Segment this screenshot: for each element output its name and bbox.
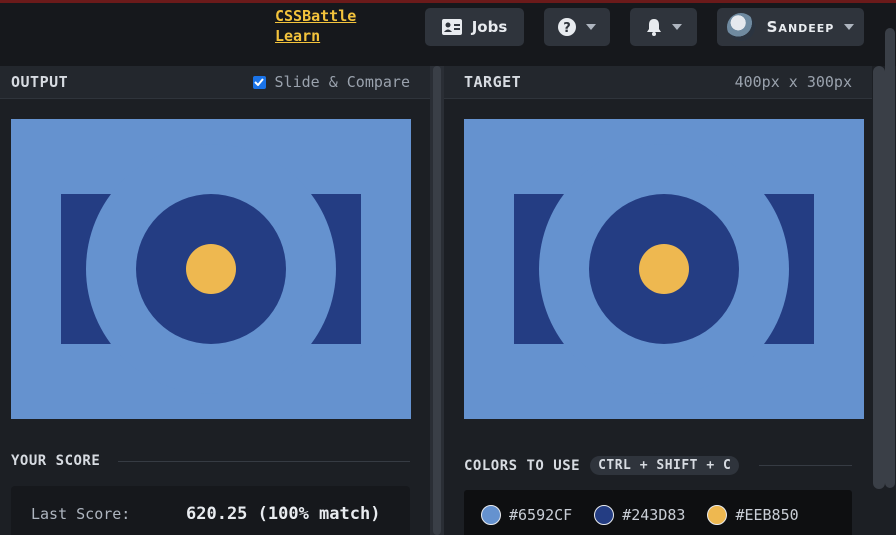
slide-compare-label: Slide & Compare (274, 73, 410, 91)
color-swatch-item[interactable]: #EEB850 (707, 505, 799, 525)
output-panel: OUTPUT Slide & Compare YOUR SCORE Last S… (0, 66, 430, 535)
chevron-down-icon (844, 24, 855, 30)
output-title: OUTPUT (11, 73, 69, 91)
score-title: YOUR SCORE (11, 453, 101, 469)
colors-section-header: COLORS TO USE CTRL + SHIFT + C (464, 456, 852, 475)
target-panel-header: TARGET 400px x 300px (444, 66, 872, 99)
color-swatch (594, 505, 615, 525)
colors-divider (759, 465, 852, 466)
jobs-button[interactable]: Jobs (425, 8, 524, 46)
user-menu-button[interactable]: Sandeep (717, 8, 864, 46)
chevron-down-icon (671, 24, 682, 30)
help-menu-button[interactable]: ? (544, 8, 610, 46)
target-dimensions: 400px x 300px (734, 73, 852, 91)
notifications-button[interactable] (630, 8, 697, 46)
colors-shortcut-badge: CTRL + SHIFT + C (590, 456, 740, 475)
last-score-label: Last Score: (31, 505, 131, 523)
avatar (726, 13, 755, 41)
yellow-dot (186, 244, 236, 294)
color-swatch (707, 505, 728, 525)
colors-title: COLORS TO USE (464, 457, 581, 474)
panel-scrollbar-thumb[interactable] (873, 66, 885, 489)
color-hex: #6592CF (509, 506, 573, 524)
nav-link-learn[interactable]: Learn (275, 26, 356, 46)
color-hex: #EEB850 (735, 506, 799, 524)
output-canvas[interactable] (11, 119, 411, 419)
score-box: Last Score: 620.25 (100% match) (11, 486, 410, 535)
jobs-label: Jobs (471, 18, 508, 36)
score-section-header: YOUR SCORE (11, 453, 410, 469)
color-swatch-item[interactable]: #243D83 (594, 505, 685, 525)
slide-compare-toggle[interactable]: Slide & Compare (252, 73, 410, 91)
bell-icon (646, 19, 661, 36)
nav-link-cssbattle[interactable]: CSSBattle (275, 6, 356, 26)
id-card-icon (441, 19, 462, 35)
chevron-down-icon (586, 24, 596, 30)
top-navigation-bar: CSSBattle Learn Jobs ? Sandeep (0, 0, 896, 66)
svg-text:?: ? (563, 21, 571, 36)
color-hex: #243D83 (622, 506, 686, 524)
nav-links: CSSBattle Learn (275, 6, 356, 46)
last-score-value: 620.25 (100% match) (186, 504, 381, 524)
panel-resize-handle[interactable] (433, 66, 441, 535)
score-divider (118, 460, 410, 462)
color-swatch-item[interactable]: #6592CF (481, 505, 572, 525)
checkmark-icon (254, 78, 264, 86)
slide-compare-checkbox[interactable] (252, 75, 266, 89)
question-circle-icon: ? (558, 18, 576, 36)
colors-list: #6592CF #243D83 #EEB850 (464, 490, 852, 535)
color-swatch (481, 505, 501, 525)
page-scrollbar-thumb[interactable] (885, 28, 895, 488)
output-panel-header: OUTPUT Slide & Compare (0, 66, 430, 99)
user-name: Sandeep (766, 18, 835, 36)
target-title: TARGET (464, 73, 522, 91)
target-canvas (464, 119, 864, 419)
target-panel: TARGET 400px x 300px COLORS TO USE CTRL … (444, 66, 872, 535)
yellow-dot (639, 244, 689, 294)
